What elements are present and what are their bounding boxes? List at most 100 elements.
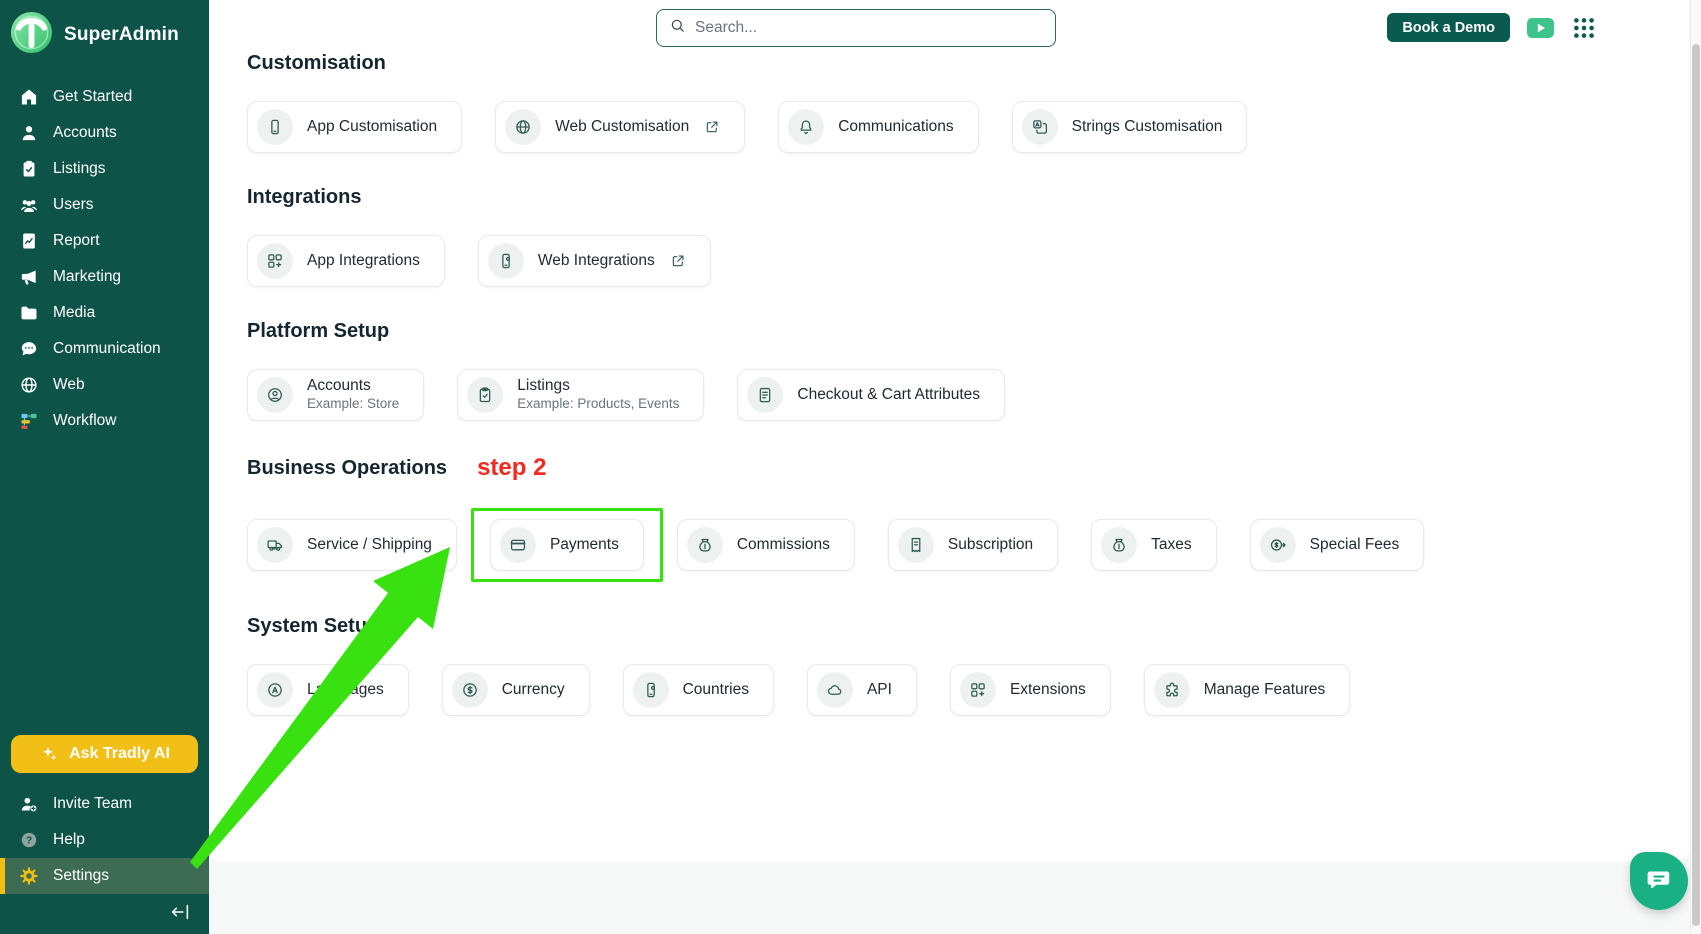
card-label: Payments — [550, 536, 619, 555]
card-checkout-cart-attributes[interactable]: Checkout & Cart Attributes — [737, 369, 1005, 421]
coin-icon — [452, 672, 488, 708]
card-api[interactable]: API — [807, 664, 917, 716]
section-head: Business Operations step 2 — [247, 454, 1689, 482]
card-strings-customisation[interactable]: Strings Customisation — [1012, 101, 1248, 153]
card-label: Strings Customisation — [1072, 118, 1223, 137]
card-label: Languages — [307, 681, 384, 700]
sidebar-item-accounts[interactable]: Accounts — [0, 115, 209, 151]
card-text: Subscription — [948, 536, 1033, 555]
card-special-fees[interactable]: Special Fees — [1250, 519, 1425, 571]
card-text: Accounts Example: Store — [307, 377, 399, 412]
main-area: Book a Demo Customisation App Customisat… — [209, 0, 1701, 934]
bell-icon — [788, 109, 824, 145]
sidebar-item-communication[interactable]: Communication — [0, 331, 209, 367]
cloud-icon — [817, 672, 853, 708]
card-manage-features[interactable]: Manage Features — [1144, 664, 1351, 716]
annotation-step-label: step 2 — [477, 454, 546, 482]
card-label: API — [867, 681, 892, 700]
section-business-operations: Business Operations step 2 Service / Shi… — [247, 454, 1689, 582]
clipboard-check-icon — [19, 159, 39, 179]
card-label: Listings — [517, 377, 679, 396]
page-card: Book a Demo Customisation App Customisat… — [209, 0, 1689, 862]
card-label: Web Customisation — [555, 118, 689, 137]
card-label: Communications — [838, 118, 953, 137]
card-service-shipping[interactable]: Service / Shipping — [247, 519, 457, 571]
card-sublabel: Example: Products, Events — [517, 396, 679, 412]
settings-content: Customisation App Customisation Web Cust… — [209, 50, 1689, 716]
sidebar-item-invite-team[interactable]: Invite Team — [0, 786, 209, 822]
card-label: Checkout & Cart Attributes — [797, 386, 980, 405]
sidebar-item-label: Workflow — [53, 412, 116, 430]
card-web-customisation[interactable]: Web Customisation — [495, 101, 745, 153]
brand[interactable]: SuperAdmin — [0, 0, 209, 69]
card-label: Service / Shipping — [307, 536, 432, 555]
card-listings[interactable]: Listings Example: Products, Events — [457, 369, 704, 421]
card-text: Manage Features — [1204, 681, 1326, 700]
scrollbar-thumb[interactable] — [1692, 44, 1700, 926]
report-icon — [19, 231, 39, 251]
sidebar-item-listings[interactable]: Listings — [0, 151, 209, 187]
topbar-actions: Book a Demo — [1387, 13, 1597, 42]
card-text: Web Customisation — [555, 118, 689, 137]
section-head: Platform Setup — [247, 320, 1689, 343]
sidebar-item-report[interactable]: Report — [0, 223, 209, 259]
sidebar-item-get-started[interactable]: Get Started — [0, 79, 209, 115]
card-row: Languages Currency Countries API — [247, 664, 1689, 716]
card-web-integrations[interactable]: Web Integrations — [478, 235, 711, 287]
sidebar-item-marketing[interactable]: Marketing — [0, 259, 209, 295]
card-text: API — [867, 681, 892, 700]
sidebar-item-label: Listings — [53, 160, 106, 178]
card-label: Taxes — [1151, 536, 1192, 555]
sidebar-item-media[interactable]: Media — [0, 295, 209, 331]
sidebar-item-label: Settings — [53, 867, 109, 885]
ask-tradly-ai-button[interactable]: Ask Tradly AI — [11, 735, 198, 773]
card-text: Web Integrations — [538, 252, 655, 271]
card-label: Countries — [683, 681, 749, 700]
apps-grid-icon[interactable] — [1571, 15, 1597, 41]
card-communications[interactable]: Communications — [778, 101, 978, 153]
card-subscription[interactable]: Subscription — [888, 519, 1058, 571]
sidebar-item-users[interactable]: Users — [0, 187, 209, 223]
chat-widget-button[interactable] — [1630, 852, 1688, 910]
card-payments[interactable]: Payments — [490, 519, 644, 571]
topbar: Book a Demo — [209, 0, 1689, 50]
sidebar-item-label: Communication — [53, 340, 161, 358]
search-input[interactable] — [695, 19, 1043, 37]
card-label: Special Fees — [1310, 536, 1400, 555]
search-box[interactable] — [656, 9, 1056, 47]
sidebar-item-settings[interactable]: Settings — [0, 858, 209, 894]
sidebar-item-help[interactable]: ? Help — [0, 822, 209, 858]
card-app-customisation[interactable]: App Customisation — [247, 101, 462, 153]
card-label: Subscription — [948, 536, 1033, 555]
video-play-icon[interactable] — [1527, 18, 1554, 38]
book-a-demo-button[interactable]: Book a Demo — [1387, 13, 1510, 42]
tradly-logo-icon — [10, 11, 53, 59]
sidebar-item-label: Media — [53, 304, 95, 322]
scrollbar[interactable] — [1690, 0, 1701, 934]
card-currency[interactable]: Currency — [442, 664, 590, 716]
svg-text:?: ? — [26, 836, 32, 847]
card-countries[interactable]: Countries — [623, 664, 774, 716]
collapse-sidebar-icon[interactable] — [169, 901, 191, 923]
sidebar-item-web[interactable]: Web — [0, 367, 209, 403]
card-languages[interactable]: Languages — [247, 664, 409, 716]
annotation-highlight-box: Payments — [471, 508, 663, 582]
card-accounts[interactable]: Accounts Example: Store — [247, 369, 424, 421]
doc-icon — [747, 377, 783, 413]
card-extensions[interactable]: Extensions — [950, 664, 1111, 716]
card-taxes[interactable]: Taxes — [1091, 519, 1217, 571]
phone-icon — [257, 109, 293, 145]
sidebar-footer: Ask Tradly AI Invite Team ? Help Setting… — [0, 735, 209, 934]
section-title: Business Operations — [247, 457, 447, 480]
sidebar-item-workflow[interactable]: Workflow — [0, 403, 209, 439]
coin-out-icon — [1260, 527, 1296, 563]
folder-icon — [19, 303, 39, 323]
card-app-integrations[interactable]: App Integrations — [247, 235, 445, 287]
card-row: App Customisation Web Customisation Comm… — [247, 101, 1689, 153]
receipt-icon — [898, 527, 934, 563]
card-commissions[interactable]: Commissions — [677, 519, 855, 571]
globe-icon — [19, 375, 39, 395]
card-sublabel: Example: Store — [307, 396, 399, 412]
card-row: Service / Shipping Payments Commissions … — [247, 508, 1689, 582]
card-text: App Integrations — [307, 252, 420, 271]
